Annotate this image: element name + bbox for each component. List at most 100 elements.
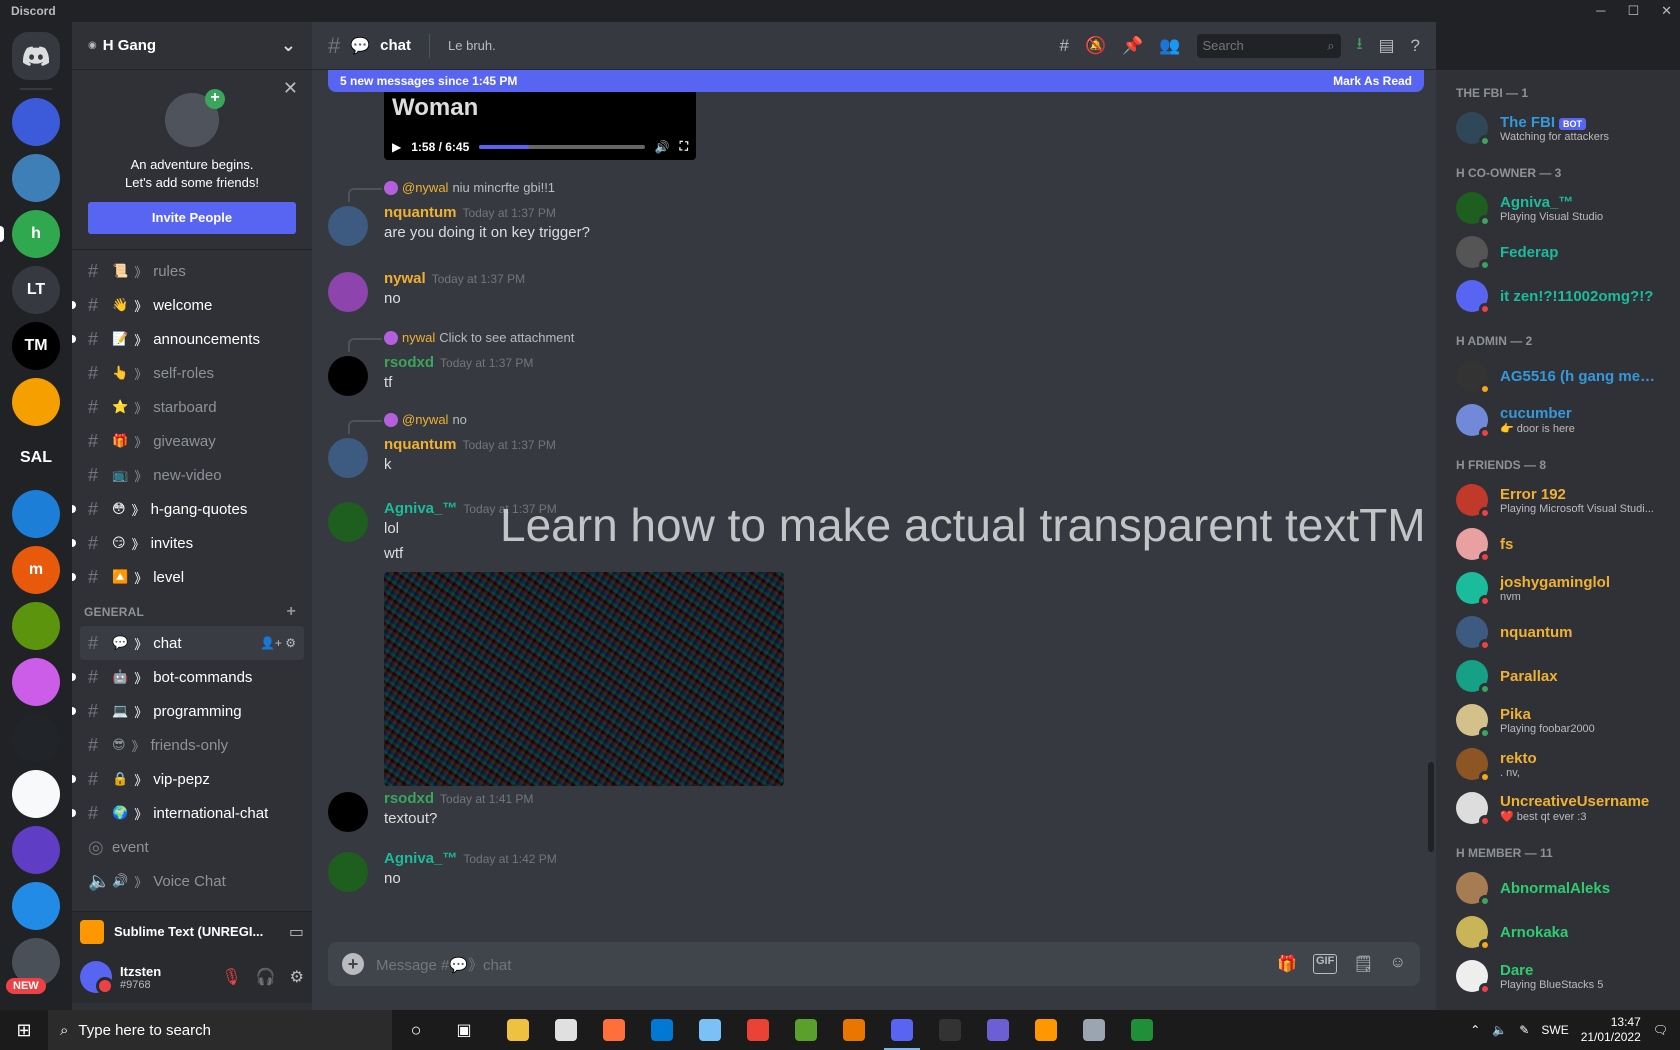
avatar[interactable] bbox=[328, 852, 368, 892]
server-icon[interactable] bbox=[12, 154, 60, 202]
mark-as-read-button[interactable]: Mark As Read bbox=[1333, 74, 1412, 88]
emoji-icon[interactable]: ☺ bbox=[1390, 954, 1406, 974]
server-header[interactable]: ◉ H Gang ⌄ bbox=[72, 22, 312, 70]
avatar[interactable] bbox=[328, 502, 368, 542]
server-icon[interactable] bbox=[12, 658, 60, 706]
author-name[interactable]: rsodxd bbox=[384, 790, 434, 807]
windows-start-icon[interactable]: ⊞ bbox=[0, 1010, 48, 1050]
inbox-icon[interactable]: ▤ bbox=[1378, 36, 1394, 56]
channel-item-invites[interactable]: # 😏 》 invites bbox=[72, 526, 304, 560]
search-input[interactable]: Search ⌕ bbox=[1196, 33, 1341, 58]
taskbar-app-icon[interactable] bbox=[830, 1010, 878, 1050]
channel-settings-icon[interactable]: 👤+ ⚙ bbox=[260, 636, 296, 650]
gift-icon[interactable]: 🎁 bbox=[1277, 954, 1297, 974]
author-name[interactable]: rsodxd bbox=[384, 354, 434, 371]
scrollbar[interactable] bbox=[1428, 762, 1434, 852]
maximize-button[interactable]: ☐ bbox=[1627, 3, 1639, 19]
server-icon[interactable] bbox=[12, 770, 60, 818]
channel-item-h-gang-quotes[interactable]: # 😳 》 h-gang-quotes bbox=[72, 492, 304, 526]
taskbar-app-icon[interactable] bbox=[878, 1010, 926, 1050]
task-view-icon[interactable]: ▣ bbox=[440, 1010, 488, 1050]
server-icon[interactable] bbox=[12, 882, 60, 930]
taskbar-search-input[interactable]: ⌕ Type here to search bbox=[48, 1010, 392, 1050]
member-item[interactable]: Pika Playing foobar2000 bbox=[1456, 698, 1680, 742]
channel-item-giveaway[interactable]: # 🎁 》 giveaway bbox=[80, 424, 304, 458]
volume-icon[interactable]: 🔈 bbox=[1492, 1023, 1507, 1037]
notifications-icon[interactable]: 🗨 bbox=[1653, 1023, 1668, 1037]
channel-item-self-roles[interactable]: # 👆 》 self-roles bbox=[80, 356, 304, 390]
taskbar-app-icon[interactable] bbox=[638, 1010, 686, 1050]
chevron-up-icon[interactable]: ⌃ bbox=[1470, 1023, 1480, 1037]
server-icon[interactable] bbox=[12, 826, 60, 874]
server-icon[interactable] bbox=[12, 378, 60, 426]
add-channel-icon[interactable]: + bbox=[286, 603, 296, 621]
author-name[interactable]: nywal bbox=[384, 270, 426, 287]
server-icon[interactable] bbox=[12, 602, 60, 650]
threads-icon[interactable]: # bbox=[1060, 36, 1069, 56]
server-icon[interactable] bbox=[12, 714, 60, 762]
author-name[interactable]: nquantum bbox=[384, 436, 457, 453]
avatar[interactable] bbox=[328, 792, 368, 832]
taskbar-app-icon[interactable] bbox=[926, 1010, 974, 1050]
play-icon[interactable]: ▶ bbox=[392, 140, 401, 154]
message-input[interactable]: Message #💬》chat bbox=[376, 954, 1265, 975]
channel-item-chat[interactable]: # 💬 》 chat 👤+ ⚙ bbox=[80, 626, 304, 660]
reply-preview[interactable]: @nywal niu mincrfte gbi!!1 bbox=[347, 180, 555, 202]
channel-item-event[interactable]: ◎ event bbox=[80, 830, 304, 864]
channel-item-vip-pepz[interactable]: # 🔒 》 vip-pepz bbox=[72, 762, 304, 796]
channel-item-starboard[interactable]: # ⭐ 》 starboard bbox=[80, 390, 304, 424]
member-item[interactable]: joshygaminglol nvm bbox=[1456, 566, 1680, 610]
taskbar-app-icon[interactable] bbox=[1070, 1010, 1118, 1050]
attach-plus-icon[interactable]: + bbox=[342, 953, 364, 975]
taskbar-app-icon[interactable] bbox=[686, 1010, 734, 1050]
minimize-button[interactable]: ─ bbox=[1596, 3, 1605, 19]
member-item[interactable]: rekto. nv, bbox=[1456, 742, 1680, 786]
headphones-icon[interactable]: 🎧 bbox=[256, 967, 276, 987]
channel-item-bot-commands[interactable]: # 🤖 》 bot-commands bbox=[72, 660, 304, 694]
member-item[interactable]: AG5516 (h gang mem... bbox=[1456, 354, 1680, 398]
screen-share-icon[interactable]: ▭ bbox=[289, 922, 304, 942]
fullscreen-icon[interactable]: ⛶ bbox=[680, 139, 688, 154]
member-item[interactable]: Federap bbox=[1456, 230, 1680, 274]
channel-item-welcome[interactable]: # 👋 》 welcome bbox=[72, 288, 304, 322]
server-icon[interactable]: LT bbox=[12, 266, 60, 314]
server-icon[interactable] bbox=[12, 490, 60, 538]
server-icon[interactable]: SAL bbox=[12, 434, 60, 482]
server-icon[interactable]: m bbox=[12, 546, 60, 594]
author-name[interactable]: nquantum bbox=[384, 204, 457, 221]
taskbar-app-icon[interactable] bbox=[590, 1010, 638, 1050]
sticker-icon[interactable]: 🗒 bbox=[1353, 954, 1373, 974]
help-icon[interactable]: ? bbox=[1411, 36, 1420, 56]
member-item[interactable]: Arnokaka bbox=[1456, 910, 1680, 954]
gif-icon[interactable]: GIF bbox=[1313, 954, 1338, 974]
clock[interactable]: 13:47 21/01/2022 bbox=[1581, 1015, 1641, 1045]
image-attachment[interactable] bbox=[384, 572, 784, 786]
member-item[interactable]: Dare Playing BlueStacks 5 bbox=[1456, 954, 1680, 998]
member-item[interactable]: cucumber 👉 door is here bbox=[1456, 398, 1680, 442]
invite-people-button[interactable]: Invite People bbox=[88, 202, 296, 234]
cortana-icon[interactable]: ○ bbox=[392, 1010, 440, 1050]
avatar[interactable] bbox=[328, 438, 368, 478]
chevron-down-icon[interactable]: ⌄ bbox=[281, 35, 296, 56]
close-icon[interactable]: ✕ bbox=[283, 78, 298, 99]
reply-preview[interactable]: @nywal no bbox=[348, 412, 467, 434]
taskbar-app-icon[interactable] bbox=[1118, 1010, 1166, 1050]
member-item[interactable]: Parallax bbox=[1456, 654, 1680, 698]
video-attachment[interactable]: Woman ▶ 1:58 / 6:45 🔊 ⛶ bbox=[384, 92, 696, 160]
channel-item-international-chat[interactable]: # 🌍 》 international-chat bbox=[72, 796, 304, 830]
channel-topic[interactable]: Le bruh. bbox=[448, 38, 1050, 53]
channel-item-programming[interactable]: # 💻 》 programming bbox=[72, 694, 304, 728]
avatar[interactable] bbox=[328, 356, 368, 396]
avatar[interactable] bbox=[80, 961, 114, 995]
download-icon[interactable]: ⭳ bbox=[1357, 31, 1363, 60]
server-icon[interactable]: h bbox=[0, 210, 60, 258]
member-item[interactable]: The FBI BOT Watching for attackers bbox=[1456, 106, 1680, 150]
channel-item-level[interactable]: # 🔼 》 level bbox=[72, 560, 304, 594]
new-messages-bar[interactable]: 5 new messages since 1:45 PM Mark As Rea… bbox=[328, 70, 1424, 92]
close-button[interactable]: ✕ bbox=[1661, 3, 1672, 19]
channel-item-announcements[interactable]: # 📝 》 announcements bbox=[72, 322, 304, 356]
member-list-icon[interactable]: 👥 bbox=[1159, 36, 1180, 56]
message-composer[interactable]: + Message #💬》chat 🎁 GIF 🗒 ☺ bbox=[328, 942, 1420, 986]
category-general[interactable]: GENERAL + bbox=[80, 594, 304, 622]
mute-microphone-icon[interactable]: 🎙 bbox=[221, 967, 241, 987]
